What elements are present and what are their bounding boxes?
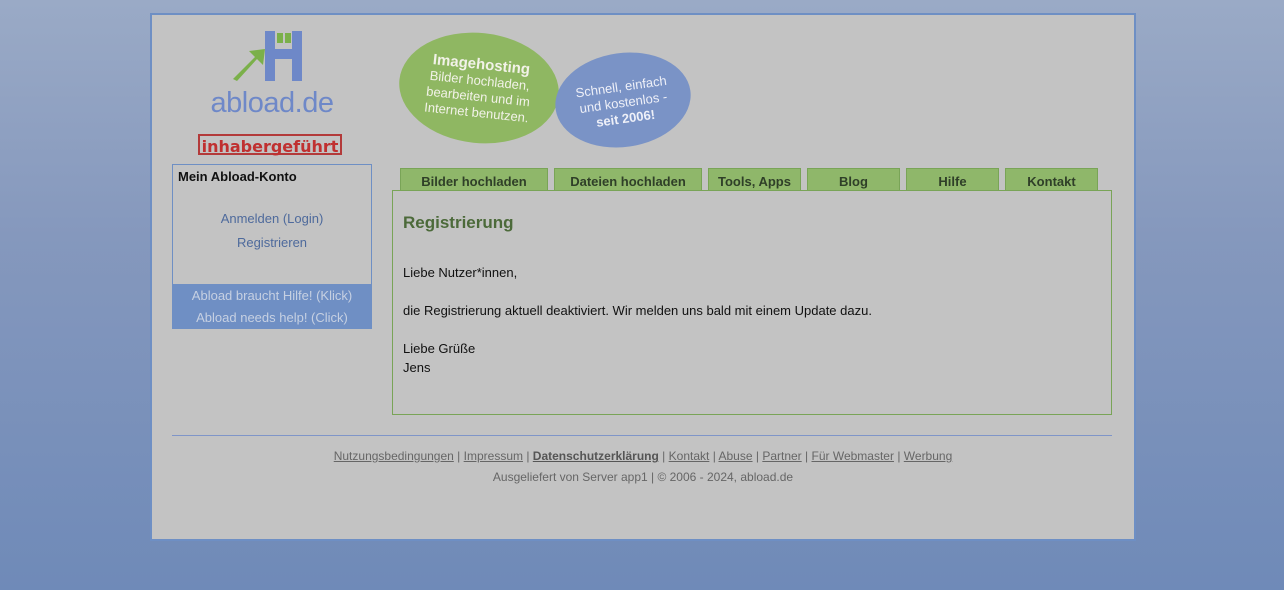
tab-kontakt[interactable]: Kontakt <box>1005 168 1098 190</box>
main-content: Registrierung Liebe Nutzer*innen, die Re… <box>392 190 1112 415</box>
tab-tools-apps[interactable]: Tools, Apps <box>708 168 801 190</box>
footer-link-imprint[interactable]: Impressum <box>464 449 523 463</box>
account-title: Mein Abload-Konto <box>178 169 297 184</box>
logo-graphic-icon <box>233 31 302 81</box>
login-link[interactable]: Anmelden (Login) <box>173 211 371 226</box>
footer-divider <box>172 435 1112 436</box>
closing-text: Liebe Grüße <box>403 341 476 356</box>
page-title: Registrierung <box>403 213 514 232</box>
page-frame: abload.de inhabergeführt Imagehosting Bi… <box>150 13 1136 541</box>
account-box: Mein Abload-Konto Anmelden (Login) Regis… <box>172 164 372 329</box>
register-link[interactable]: Registrieren <box>173 235 371 250</box>
owner-badge: inhabergeführt <box>198 134 342 156</box>
footer-link-terms[interactable]: Nutzungsbedingungen <box>334 449 454 463</box>
footer-separator: | <box>755 449 759 463</box>
footer-separator: | <box>805 449 809 463</box>
help-banner: Abload braucht Hilfe! (Klick) Abload nee… <box>173 284 371 328</box>
footer-separator: | <box>897 449 901 463</box>
footer-separator: | <box>526 449 530 463</box>
help-link-en[interactable]: Abload needs help! (Click) <box>173 306 371 328</box>
tab-hilfe[interactable]: Hilfe <box>906 168 999 190</box>
footer-link-contact[interactable]: Kontakt <box>669 449 710 463</box>
footer-separator: | <box>662 449 666 463</box>
tab-bilder-hochladen[interactable]: Bilder hochladen <box>400 168 548 190</box>
imagehosting-sticker: Imagehosting Bilder hochladen, bearbeite… <box>393 24 565 152</box>
tab-dateien-hochladen[interactable]: Dateien hochladen <box>554 168 702 190</box>
greeting-text: Liebe Nutzer*innen, <box>403 265 518 280</box>
message-text: die Registrierung aktuell deaktiviert. W… <box>403 303 872 318</box>
signature-text: Jens <box>403 360 431 375</box>
footer-link-webmaster[interactable]: Für Webmaster <box>812 449 894 463</box>
footer-links: Nutzungsbedingungen | Impressum | Datens… <box>152 449 1134 463</box>
footer-link-partner[interactable]: Partner <box>762 449 801 463</box>
help-link-de[interactable]: Abload braucht Hilfe! (Klick) <box>173 284 371 306</box>
tab-blog[interactable]: Blog <box>807 168 900 190</box>
footer-server-info: Ausgeliefert von Server app1 | © 2006 - … <box>492 470 794 484</box>
footer-link-privacy[interactable]: Datenschutzerklärung <box>533 449 659 463</box>
abload-logo[interactable]: abload.de inhabergeführt <box>197 27 347 156</box>
footer-separator: | <box>712 449 716 463</box>
footer-link-advertising[interactable]: Werbung <box>904 449 952 463</box>
footer-separator: | <box>457 449 461 463</box>
free-since-sticker: Schnell, einfach und kostenlos - seit 20… <box>549 43 697 157</box>
footer-link-abuse[interactable]: Abuse <box>718 449 752 463</box>
logo-text: abload.de <box>210 87 334 119</box>
